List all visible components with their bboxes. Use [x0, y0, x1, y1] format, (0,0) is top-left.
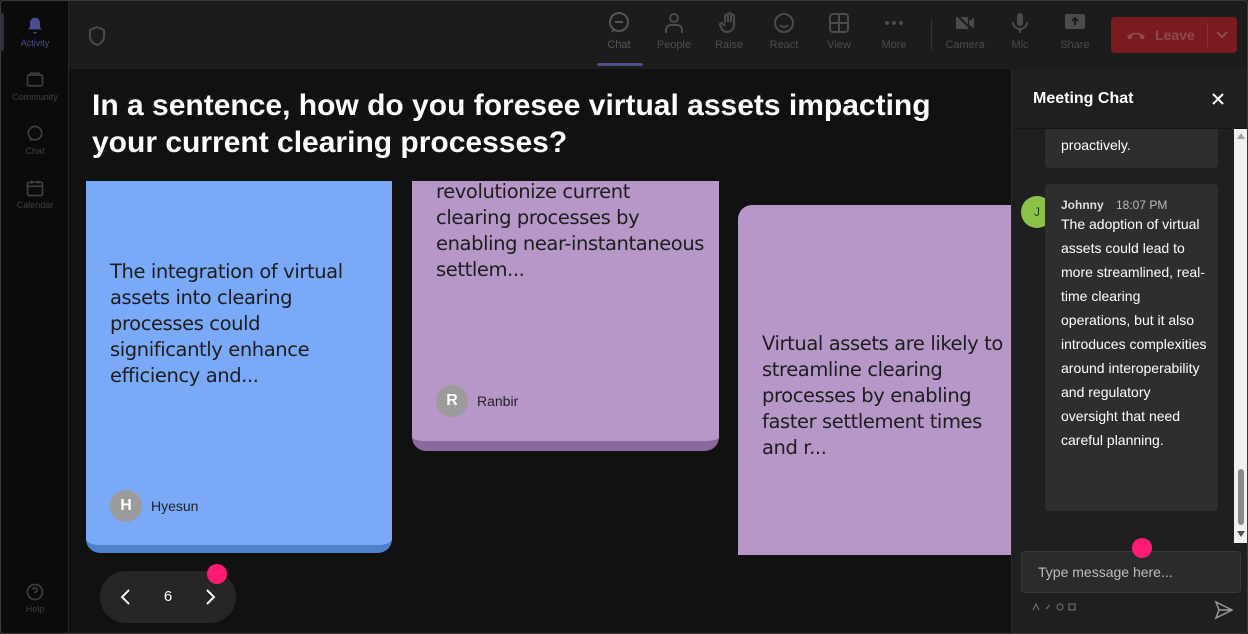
response-card[interactable]: Virtual assets are likely to streamline … — [738, 205, 1011, 555]
shield-icon[interactable] — [87, 25, 107, 47]
chat-messages: proactively. J Johnny 18:07 PM The adopt… — [1012, 129, 1234, 543]
page-number: 6 — [163, 588, 173, 605]
meeting-chat-panel: Meeting Chat proactively. J Johnny 18:07… — [1011, 69, 1247, 633]
response-card[interactable]: The integration of virtual assets into c… — [86, 181, 392, 553]
chat-title: Meeting Chat — [1033, 90, 1134, 107]
grid-icon — [829, 13, 849, 33]
scroll-thumb[interactable] — [1238, 469, 1244, 525]
smile-icon — [774, 13, 794, 33]
chat-header: Meeting Chat — [1012, 69, 1247, 129]
avatar: H — [110, 490, 142, 522]
card-text: Virtual assets are likely to streamline … — [762, 332, 1003, 459]
rail-item-label: Help — [25, 604, 45, 614]
rail-item-activity[interactable]: Activity — [1, 7, 65, 57]
chevron-right-icon[interactable] — [200, 587, 220, 607]
camera-off-icon — [954, 12, 976, 34]
toolbar-more-button[interactable]: More — [868, 11, 920, 61]
response-card[interactable]: revolutionize current clearing processes… — [412, 181, 719, 451]
close-icon[interactable] — [1210, 91, 1226, 107]
raise-hand-icon — [718, 12, 735, 34]
toolbar-divider — [931, 19, 932, 51]
scroll-down-arrow[interactable] — [1237, 531, 1245, 537]
chevron-left-icon[interactable] — [116, 587, 136, 607]
gif-icon[interactable] — [1068, 603, 1076, 611]
pointer-dot — [1132, 538, 1152, 558]
rail-item-label: Activity — [20, 38, 50, 48]
scroll-up-arrow[interactable] — [1237, 133, 1245, 139]
rail-item-label: Calendar — [16, 200, 54, 210]
rail-item-community[interactable]: Community — [5, 61, 65, 111]
emoji-icon[interactable] — [1056, 603, 1064, 611]
help-icon — [26, 583, 44, 601]
more-icon — [885, 21, 903, 25]
toolbar-chat-button[interactable]: Chat — [593, 11, 645, 61]
card-text: revolutionize current clearing processes… — [436, 181, 705, 281]
pointer-dot — [207, 564, 227, 584]
toolbar-share-button[interactable]: Share — [1049, 11, 1101, 61]
question-title: In a sentence, how do you foresee virtua… — [92, 89, 931, 159]
format-icon[interactable] — [1032, 603, 1040, 611]
community-icon — [26, 72, 44, 87]
chat-icon — [27, 125, 43, 142]
chevron-down-icon[interactable] — [1215, 29, 1229, 41]
toolbar-view-button[interactable]: View — [813, 11, 865, 61]
bell-icon — [28, 17, 42, 34]
card-text: The integration of virtual assets into c… — [110, 260, 343, 387]
share-screen-icon — [1065, 14, 1085, 29]
toolbar-raise-button[interactable]: Raise — [703, 11, 755, 61]
card-author: R Ranbir — [436, 385, 518, 417]
chat-scrollbar[interactable] — [1234, 129, 1247, 543]
rail-item-label: Chat — [25, 146, 45, 156]
send-icon[interactable] — [1214, 600, 1234, 620]
presentation-stage: In a sentence, how do you foresee virtua… — [69, 69, 1011, 633]
leave-button[interactable]: Leave — [1111, 17, 1237, 53]
message-text: The adoption of virtual assets could lea… — [1061, 216, 1207, 448]
mic-icon — [1012, 13, 1028, 33]
avatar: R — [436, 385, 468, 417]
calendar-icon — [26, 180, 44, 197]
toolbar-camera-button[interactable]: Camera — [939, 11, 991, 61]
rail-item-help[interactable]: Help — [5, 573, 65, 623]
active-tab-indicator — [597, 63, 643, 66]
message-input[interactable] — [1022, 552, 1240, 592]
card-author: H Hyesun — [110, 490, 198, 522]
rail-item-calendar[interactable]: Calendar — [5, 169, 65, 219]
rail-item-label: Community — [12, 92, 58, 102]
people-icon — [665, 13, 683, 33]
toolbar-react-button[interactable]: React — [758, 11, 810, 61]
compose-tools — [1032, 603, 1076, 611]
chat-message: proactively. — [1045, 129, 1218, 168]
meeting-window: Activity Community Chat Calendar Help Ch… — [0, 0, 1248, 634]
hang-up-icon — [1126, 32, 1146, 40]
author-name: Hyesun — [151, 498, 199, 514]
meeting-toolbar: Chat People Raise React View More Camera — [69, 1, 1247, 69]
message-text: proactively. — [1061, 137, 1131, 153]
toolbar-mic-button[interactable]: Mic — [994, 11, 1046, 61]
app-rail: Activity Community Chat Calendar Help — [1, 1, 69, 633]
leave-separator — [1207, 23, 1208, 47]
rail-item-chat[interactable]: Chat — [5, 115, 65, 165]
author-name: Ranbir — [477, 393, 519, 409]
chat-icon — [609, 12, 629, 33]
chat-message: Johnny 18:07 PM The adoption of virtual … — [1045, 184, 1218, 511]
chat-message-input[interactable] — [1021, 551, 1241, 593]
attach-icon[interactable] — [1044, 603, 1052, 611]
toolbar-people-button[interactable]: People — [648, 11, 700, 61]
